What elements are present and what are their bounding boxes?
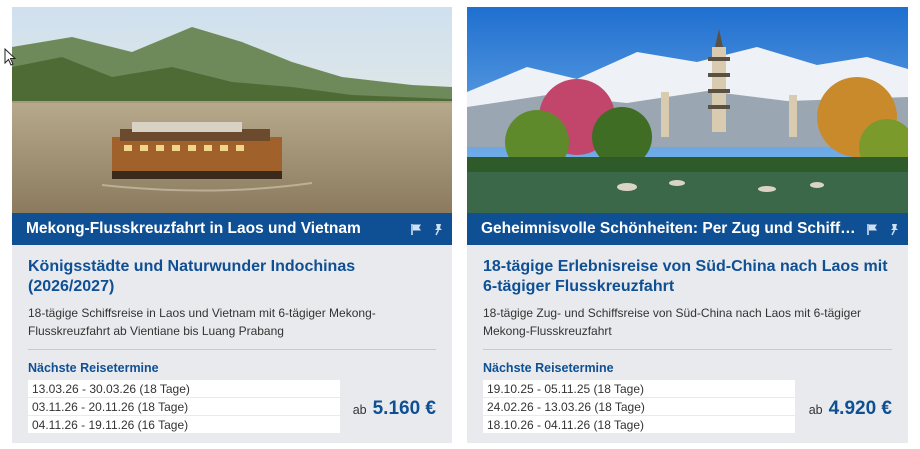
date-row[interactable]: 04.11.26 - 19.11.26 (16 Tage) [28, 416, 340, 434]
trip-price: ab 5.160 € [353, 398, 436, 420]
divider [28, 349, 436, 350]
trip-banner[interactable]: Geheimnisvolle Schönheiten: Per Zug und … [467, 213, 908, 245]
trip-headline[interactable]: 18-tägige Erlebnisreise von Süd-China na… [483, 257, 892, 297]
trip-headline[interactable]: Königsstädte und Naturwunder Indochinas … [28, 257, 436, 297]
date-row[interactable]: 18.10.26 - 04.11.26 (18 Tage) [483, 416, 795, 434]
dates-list: 19.10.25 - 05.11.25 (18 Tage) 24.02.26 -… [483, 380, 795, 434]
date-row[interactable]: 13.03.26 - 30.03.26 (18 Tage) [28, 380, 340, 398]
trip-price: ab 4.920 € [809, 398, 892, 420]
trip-description: 18-tägige Schiffsreise in Laos und Vietn… [28, 306, 376, 338]
trip-photo-pagodas[interactable] [467, 7, 908, 213]
price-prefix: ab [352, 403, 367, 417]
date-row[interactable]: 03.11.26 - 20.11.26 (18 Tage) [28, 398, 340, 416]
next-dates-title: Nächste Reisetermine [28, 361, 159, 375]
trip-photo-river-boat[interactable] [12, 7, 452, 213]
flag-icon[interactable] [867, 223, 879, 236]
price-value: 4.920 € [828, 398, 892, 419]
price-value: 5.160 € [372, 398, 436, 419]
dates-list: 13.03.26 - 30.03.26 (18 Tage) 03.11.26 -… [28, 380, 340, 434]
trip-card-china-laos[interactable]: Geheimnisvolle Schönheiten: Per Zug und … [467, 7, 908, 443]
trip-description: 18-tägige Zug- und Schiffsreise von Süd-… [483, 306, 861, 338]
pin-icon[interactable] [888, 223, 900, 236]
mouse-cursor-icon [4, 47, 17, 66]
date-row[interactable]: 19.10.25 - 05.11.25 (18 Tage) [483, 380, 795, 398]
banner-title[interactable]: Mekong-Flusskreuzfahrt in Laos und Vietn… [26, 220, 403, 238]
flag-icon[interactable] [411, 223, 423, 236]
trip-banner[interactable]: Mekong-Flusskreuzfahrt in Laos und Vietn… [12, 213, 452, 245]
price-prefix: ab [808, 403, 823, 417]
pin-icon[interactable] [432, 223, 444, 236]
next-dates-title: Nächste Reisetermine [483, 361, 614, 375]
divider [483, 349, 892, 350]
date-row[interactable]: 24.02.26 - 13.03.26 (18 Tage) [483, 398, 795, 416]
banner-title[interactable]: Geheimnisvolle Schönheiten: Per Zug und … [481, 220, 859, 238]
trip-card-mekong[interactable]: Mekong-Flusskreuzfahrt in Laos und Vietn… [12, 7, 452, 443]
